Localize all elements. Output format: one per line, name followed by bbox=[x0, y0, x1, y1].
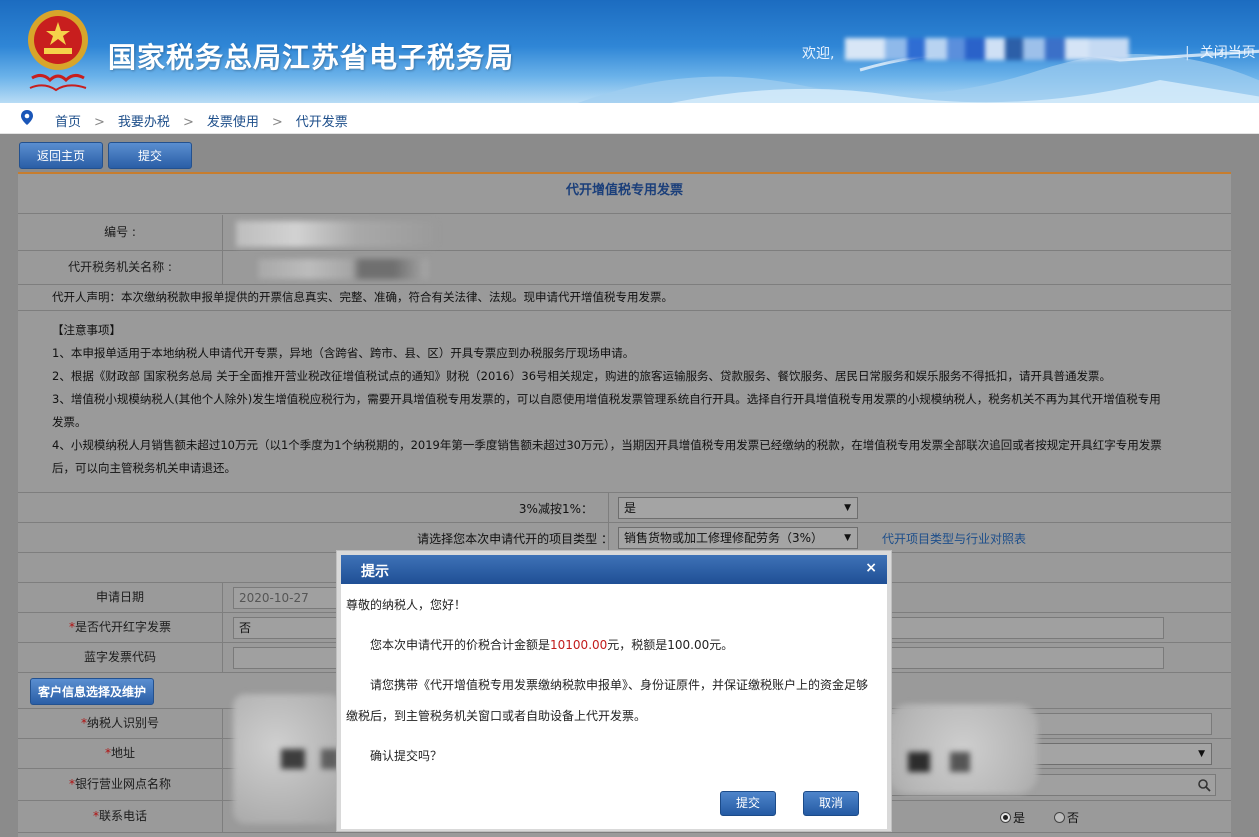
blue-code-label: 蓝字发票代码 bbox=[18, 643, 223, 672]
dialog-title: 提示 bbox=[361, 564, 389, 580]
number-row: 编号 : bbox=[18, 215, 1231, 251]
confirm-dialog: 提示 × 尊敬的纳税人，您好！ 您本次申请代开的价税合计金额是10100.00元… bbox=[336, 550, 892, 832]
customer-info-button[interactable]: 客户信息选择及维护 bbox=[30, 678, 154, 705]
redacted-mark bbox=[281, 749, 305, 769]
declaration-text: 代开人声明：本次缴纳税款申报单提供的开票信息真实、完整、准确，符合有关法律、法规… bbox=[52, 290, 673, 304]
dropdown-arrow-icon: ▼ bbox=[844, 533, 851, 543]
number-label: 编号 : bbox=[18, 215, 223, 250]
redacted-number bbox=[236, 221, 436, 247]
taxpayer-id-label: *纳税人识别号 bbox=[18, 709, 223, 738]
redacted-customer-right bbox=[888, 704, 1038, 794]
red-invoice-select[interactable]: 否 bbox=[233, 617, 343, 639]
dialog-cancel-button[interactable]: 取消 bbox=[803, 791, 859, 816]
breadcrumb: 首页 > 我要办税 > 发票使用 > 代开发票 bbox=[0, 103, 1259, 134]
dialog-greeting: 尊敬的纳税人，您好！ bbox=[346, 598, 467, 612]
close-page-link[interactable]: | 关闭当页 bbox=[1185, 42, 1256, 62]
blue-code-input[interactable] bbox=[233, 647, 343, 669]
breadcrumb-issue-invoice[interactable]: 代开发票 bbox=[296, 115, 348, 130]
breadcrumb-separator-icon: > bbox=[94, 115, 105, 130]
bank-label: *银行营业网点名称 bbox=[18, 769, 223, 800]
search-icon[interactable] bbox=[1197, 778, 1211, 792]
redacted-mark bbox=[908, 752, 930, 772]
redacted-office bbox=[258, 259, 428, 279]
blue-number-input[interactable] bbox=[888, 647, 1164, 669]
notice-item-4: 4、小规模纳税人月销售额未超过10万元（以1个季度为1个纳税期的，2019年第一… bbox=[52, 438, 1162, 452]
dialog-submit-button[interactable]: 提交 bbox=[720, 791, 776, 816]
submit-button[interactable]: 提交 bbox=[108, 142, 192, 169]
red-invoice-label: *是否代开红字发票 bbox=[18, 613, 223, 642]
dropdown-arrow-icon: ▼ bbox=[1198, 749, 1205, 759]
dialog-instructions-cont: 缴税后，到主管税务机关窗口或者自助设备上代开发票。 bbox=[346, 709, 647, 723]
close-icon[interactable]: × bbox=[865, 560, 877, 576]
type-label: 请选择您本次申请代开的项目类型 ： bbox=[417, 532, 613, 546]
dialog-amount-line: 您本次申请代开的价税合计金额是10100.00元，税额是100.00元。 bbox=[370, 638, 734, 652]
header-banner: 国家税务总局江苏省电子税务局 欢迎, | 关闭当页 bbox=[0, 0, 1259, 103]
breadcrumb-home[interactable]: 首页 bbox=[55, 115, 81, 130]
total-amount: 10100.00 bbox=[550, 638, 608, 652]
notice-block: 【注意事项】 1、本申报单适用于本地纳税人申请代开专票，异地（含跨省、跨市、县、… bbox=[52, 319, 1222, 480]
dialog-confirm-question: 确认提交吗？ bbox=[370, 749, 443, 763]
dialog-body: 尊敬的纳税人，您好！ 您本次申请代开的价税合计金额是10100.00元，税额是1… bbox=[346, 595, 882, 766]
declaration-row: 代开人声明：本次缴纳税款申报单提供的开票信息真实、完整、准确，符合有关法律、法规… bbox=[18, 285, 1231, 311]
phone-label: *联系电话 bbox=[18, 801, 223, 832]
apply-date-label: 申请日期 bbox=[18, 583, 223, 612]
office-label: 代开税务机关名称 : bbox=[18, 251, 223, 284]
type-reference-link[interactable]: 代开项目类型与行业对照表 bbox=[882, 530, 1026, 547]
breadcrumb-separator-icon: > bbox=[271, 115, 283, 130]
notice-item-3-cont: 发票。 bbox=[52, 415, 87, 429]
notice-item-4-cont: 后，可以向主管税务机关申请退还。 bbox=[52, 461, 236, 475]
radio-no[interactable]: 否 bbox=[1054, 809, 1079, 826]
red-invoice-extra-input[interactable] bbox=[888, 617, 1164, 639]
notice-item-1: 1、本申报单适用于本地纳税人申请代开专票，异地（含跨省、跨市、县、区）开具专票应… bbox=[52, 346, 635, 360]
breadcrumb-tax[interactable]: 我要办税 bbox=[118, 115, 170, 130]
type-select[interactable]: 销售货物或加工修理修配劳务（3%） ▼ bbox=[618, 527, 858, 549]
address-label: *地址 bbox=[18, 739, 223, 768]
notice-row: 【注意事项】 1、本申报单适用于本地纳税人申请代开专票，异地（含跨省、跨市、县、… bbox=[18, 311, 1231, 493]
notice-title: 【注意事项】 bbox=[52, 323, 121, 337]
reduce-row: 3%减按1%： 是 ▼ bbox=[18, 493, 1231, 523]
tax-emblem-logo bbox=[28, 10, 88, 92]
location-pin-icon bbox=[21, 110, 33, 125]
redacted-username bbox=[845, 38, 1170, 62]
reduce-select[interactable]: 是 ▼ bbox=[618, 497, 858, 519]
dropdown-arrow-icon: ▼ bbox=[844, 503, 851, 513]
breadcrumb-separator-icon: > bbox=[182, 115, 194, 130]
breadcrumb-invoice-use[interactable]: 发票使用 bbox=[207, 115, 259, 130]
form-title: 代开增值税专用发票 bbox=[18, 174, 1231, 214]
redacted-mark bbox=[950, 752, 970, 772]
office-row: 代开税务机关名称 : bbox=[18, 251, 1231, 285]
reduce-label: 3%减按1%： bbox=[518, 502, 593, 516]
type-row: 请选择您本次申请代开的项目类型 ： 销售货物或加工修理修配劳务（3%） ▼ 代开项… bbox=[18, 523, 1231, 553]
dialog-instructions: 请您携带《代开增值税专用发票缴纳税款申报单》、身份证原件，并保证缴税账户上的资金… bbox=[370, 678, 869, 692]
back-home-button[interactable]: 返回主页 bbox=[19, 142, 103, 169]
dialog-header: 提示 × bbox=[341, 555, 887, 584]
notice-item-2: 2、根据《财政部 国家税务总局 关于全面推开营业税改征增值税试点的通知》财税（2… bbox=[52, 369, 1112, 383]
welcome-text: 欢迎, bbox=[802, 46, 835, 62]
site-title: 国家税务总局江苏省电子税务局 bbox=[108, 41, 515, 74]
apply-date-input[interactable]: 2020-10-27 bbox=[233, 587, 343, 609]
radio-yes[interactable]: 是 bbox=[1000, 809, 1025, 826]
notice-item-3: 3、增值税小规模纳税人(其他个人除外)发生增值税应税行为，需要开具增值税专用发票… bbox=[52, 392, 1161, 406]
